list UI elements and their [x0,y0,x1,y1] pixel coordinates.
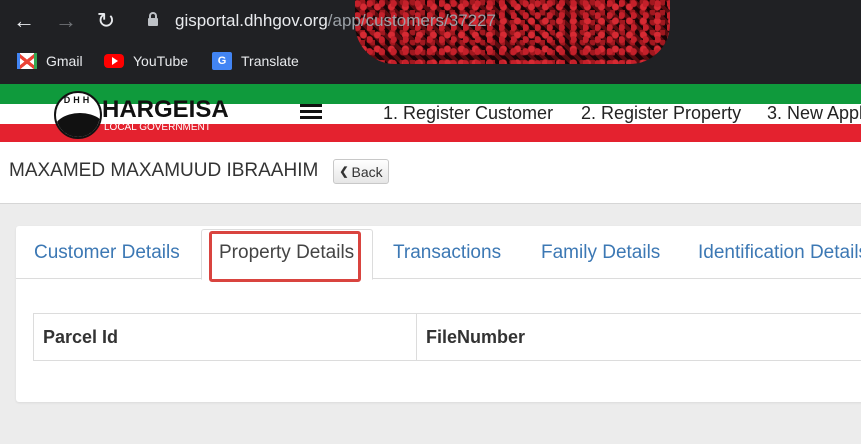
tab-identification-details[interactable]: Identification Details [698,242,861,264]
logo-emblem[interactable]: DHH [54,91,102,139]
nav-new-application[interactable]: 3. New Application [767,103,861,124]
reload-icon[interactable]: ↻ [93,8,119,34]
address-bar[interactable]: gisportal.dhhgov.org/app/customers/37227 [134,4,496,38]
chevron-left-icon: ❮ [339,166,349,178]
logo-subtitle: LOCAL GOVERNMENT [104,122,211,133]
logo-letters: DHH [63,95,93,105]
translate-icon: G [212,52,232,70]
menu-icon[interactable] [300,104,322,120]
tab-family-details[interactable]: Family Details [541,242,660,264]
page-title-bar: MAXAMED MAXAMUUD IBRAAHIM [0,142,861,204]
gmail-icon [17,53,37,69]
customer-panel: Customer Details Property Details Transa… [16,226,861,402]
browser-chrome: ← → ↻ gisportal.dhhgov.org/app/customers… [0,0,861,84]
bookmark-label: Translate [241,53,299,69]
site-header: DHH HARGEISA LOCAL GOVERNMENT 1. Registe… [0,84,861,142]
bookmark-label: Gmail [46,53,83,69]
back-button[interactable]: ❮ Back [333,159,389,184]
back-button-label: Back [351,163,383,180]
bookmark-label: YouTube [133,53,189,69]
nav-register-property[interactable]: 2. Register Property [581,103,741,124]
youtube-icon [104,54,124,68]
column-header-parcel-id[interactable]: Parcel Id [34,314,416,360]
nav-register-customer[interactable]: 1. Register Customer [383,103,553,124]
logo-title[interactable]: HARGEISA [102,98,229,122]
column-header-file-number[interactable]: FileNumber [416,314,861,360]
bookmark-translate[interactable]: G Translate [212,50,299,72]
forward-arrow-icon[interactable]: → [53,8,79,34]
lock-icon [148,12,158,26]
tab-transactions[interactable]: Transactions [393,242,501,264]
tab-bar: Customer Details Property Details Transa… [16,226,861,280]
url-text: gisportal.dhhgov.org/app/customers/37227 [175,11,497,30]
bookmarks-bar: Gmail YouTube G Translate [0,46,861,76]
property-table: Parcel Id FileNumber [33,313,861,361]
tab-property-details[interactable]: Property Details [219,242,354,264]
bookmark-gmail[interactable]: Gmail [17,50,83,72]
tab-customer-details[interactable]: Customer Details [34,242,180,264]
bookmark-youtube[interactable]: YouTube [104,50,188,72]
back-arrow-icon[interactable]: ← [11,8,37,34]
page-title: MAXAMED MAXAMUUD IBRAAHIM [9,160,319,181]
